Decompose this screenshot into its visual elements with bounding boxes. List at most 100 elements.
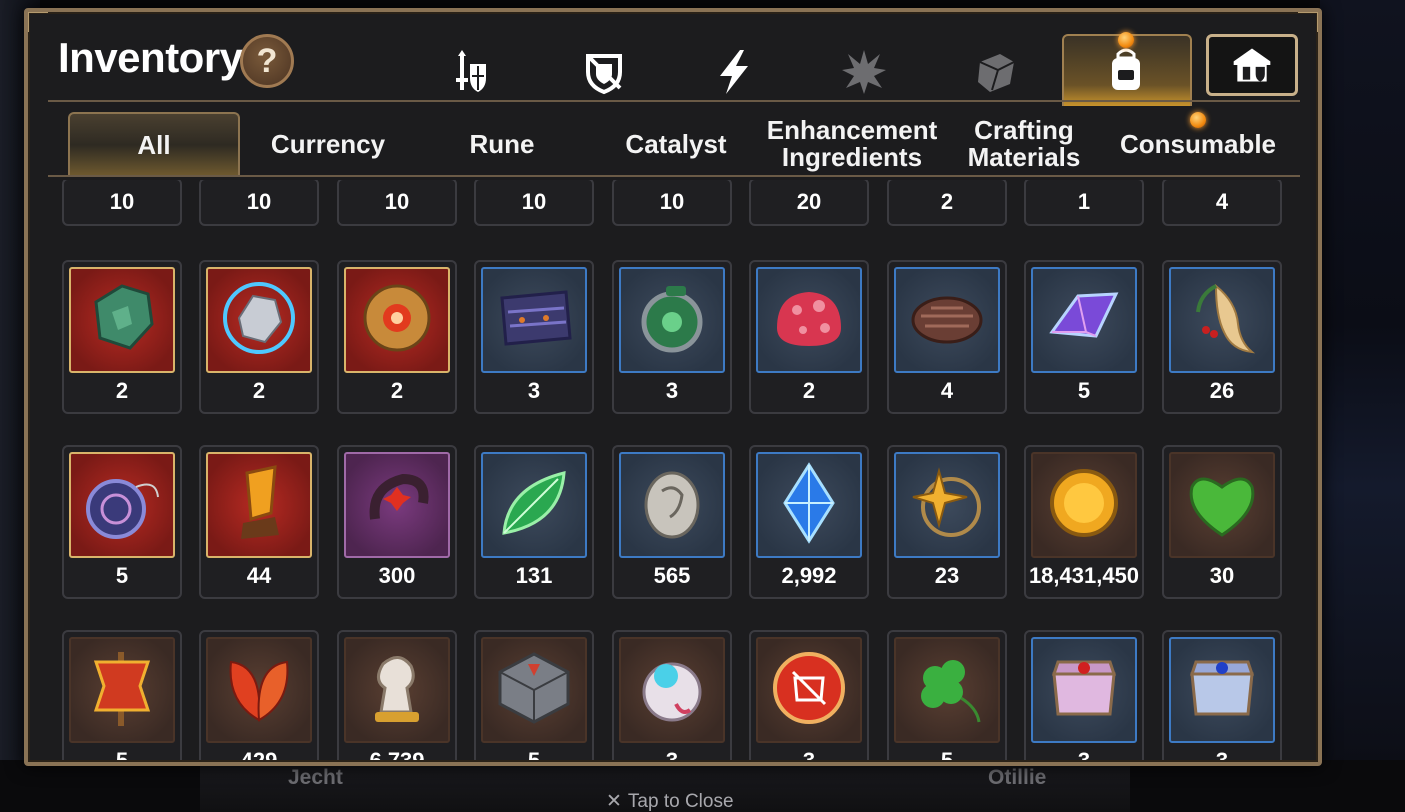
inventory-slot[interactable]: 10 [199,180,319,226]
inventory-slot[interactable]: 6,739 [337,630,457,760]
tab-divider [48,100,1300,102]
robot-orb-icon [642,662,702,722]
inventory-slot[interactable]: 26 [1162,260,1282,414]
item-count: 5 [115,563,129,588]
item-count: 10 [109,189,135,214]
electric-gem-icon [223,282,295,354]
inventory-slot[interactable]: 2 [62,260,182,414]
pink-chest-icon [1051,660,1117,716]
inventory-slot[interactable]: 5 [474,630,594,760]
inventory-slot[interactable]: 20 [749,180,869,226]
inventory-slot[interactable]: 3 [749,630,869,760]
background-character-name: Otillie [988,766,1047,789]
category-tab-equipment[interactable] [440,44,500,100]
inventory-slot[interactable]: 3 [1162,630,1282,760]
inventory-slot[interactable]: 4 [887,260,1007,414]
inventory-slot[interactable]: 2 [337,260,457,414]
item-count: 2 [940,189,954,214]
item-count: 3 [665,378,679,403]
subtab-currency[interactable]: Currency [240,112,416,176]
inventory-slot[interactable]: 10 [612,180,732,226]
panel-corner [1298,12,1318,32]
item-count: 1 [1077,189,1091,214]
inventory-slot[interactable]: 10 [62,180,182,226]
item-count: 5 [476,748,592,760]
inventory-slot[interactable]: 3 [1024,630,1144,760]
inventory-slot[interactable]: 10 [337,180,457,226]
inventory-slot[interactable]: 2 [199,260,319,414]
inventory-slot[interactable]: 131 [474,445,594,599]
panel-corner [28,12,48,32]
category-tab-skills[interactable] [704,44,764,100]
item-count: 18,431,450 [1028,563,1140,588]
item-count: 20 [796,189,822,214]
inventory-slot[interactable]: 2,992 [749,445,869,599]
item-count: 10 [384,189,410,214]
inventory-slot[interactable]: 5 [887,630,1007,760]
inventory-slot[interactable]: 30 [1162,445,1282,599]
inventory-slot[interactable]: 3 [474,260,594,414]
blue-diamond-icon [783,462,835,544]
item-count: 10 [246,189,272,214]
item-count: 2 [252,378,266,403]
help-button[interactable]: ? [240,34,294,88]
inventory-slot[interactable]: 5 [62,445,182,599]
category-tab-defense[interactable] [574,44,634,100]
tap-to-close[interactable]: ✕ Tap to Close [606,790,734,812]
item-count: 5 [1077,378,1091,403]
inventory-slot[interactable]: 5 [1024,260,1144,414]
crystal-shard-icon [1049,292,1119,338]
box-cube-icon [978,54,1015,92]
inventory-slot[interactable]: 5 [62,630,182,760]
item-count: 4 [1215,189,1229,214]
content-divider [48,175,1300,177]
inventory-slot[interactable]: 2 [887,180,1007,226]
inventory-slot[interactable]: 300 [337,445,457,599]
backpack-icon [1112,48,1140,90]
inventory-slot[interactable]: 3 [612,630,732,760]
inventory-slot[interactable]: 23 [887,445,1007,599]
inventory-slot[interactable]: 1 [1024,180,1144,226]
storage-button[interactable] [1206,34,1298,96]
inventory-slot[interactable]: 10 [474,180,594,226]
close-icon: ✕ [606,791,622,812]
item-count: 30 [1209,563,1235,588]
inventory-slot[interactable]: 4 [1162,180,1282,226]
item-count: 23 [934,563,960,588]
inventory-slot[interactable]: 2 [749,260,869,414]
inventory-slot[interactable]: 429 [199,630,319,760]
category-tab-boxes[interactable] [966,44,1026,100]
item-count: 2 [115,378,129,403]
clover-charm-icon [921,660,981,723]
subtab-catalyst[interactable]: Catalyst [588,112,764,176]
green-heart-icon [1189,477,1255,537]
subtab-rune[interactable]: Rune [416,112,588,176]
core-orb-icon [363,284,431,352]
subtab-crafting-materials[interactable]: Crafting Materials [940,112,1108,176]
inventory-slot[interactable]: 3 [612,260,732,414]
item-count: 10 [659,189,685,214]
item-count: 429 [201,748,317,760]
inventory-slot[interactable]: 18,431,450 [1024,445,1144,599]
item-count: 3 [751,748,867,760]
green-compass-icon [641,286,703,353]
item-count: 5 [889,748,1005,760]
chess-knight-icon [375,656,419,722]
item-count: 4 [940,378,954,403]
inventory-slot[interactable]: 44 [199,445,319,599]
category-tab-effects[interactable] [834,44,894,100]
item-count: 2,992 [781,563,837,588]
subtab-all[interactable]: All [68,112,240,176]
help-icon: ? [256,41,278,80]
lightning-icon [720,50,748,94]
ginseng-root-icon [1196,283,1256,354]
item-count: 3 [614,748,730,760]
red-slime-icon [777,292,841,346]
storage-house-icon [1233,48,1271,82]
burst-icon [842,50,886,94]
inventory-grid: 10 10 10 10 10 20 2 1 4 2 2 2 3 3 2 4 5 … [58,180,1308,760]
purple-scales-icon [500,290,572,346]
inventory-slot[interactable]: 565 [612,445,732,599]
subtab-enhancement-ingredients[interactable]: Enhancement Ingredients [764,112,940,176]
category-tab-items-icon [1096,42,1156,98]
